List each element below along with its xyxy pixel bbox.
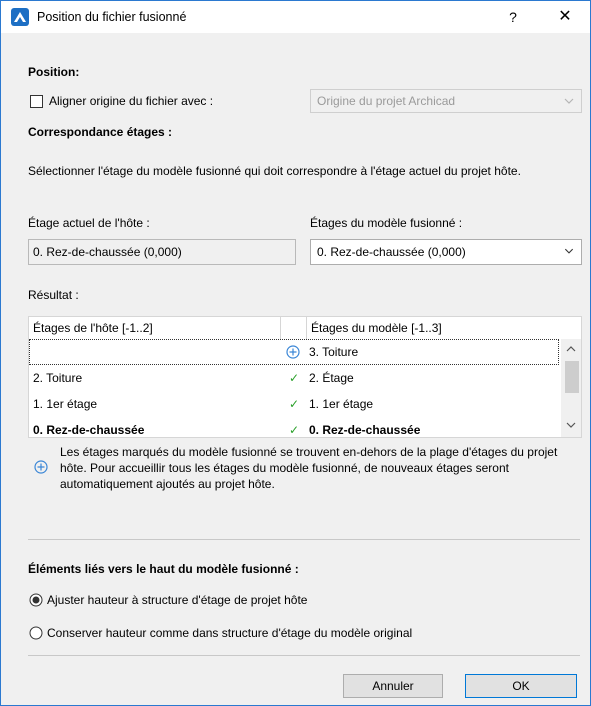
archicad-app-icon xyxy=(11,8,29,26)
window-title: Position du fichier fusionné xyxy=(37,10,187,24)
check-icon: ✓ xyxy=(289,397,300,411)
host-story-label: Étage actuel de l'hôte : xyxy=(28,216,150,230)
table-row[interactable]: 3. Toiture xyxy=(29,339,559,365)
origin-select[interactable]: Origine du projet Archicad xyxy=(310,89,582,113)
row-host-cell: 0. Rez-de-chaussée xyxy=(33,423,145,437)
merged-story-select[interactable]: 0. Rez-de-chaussée (0,000) xyxy=(310,239,582,265)
chevron-down-icon xyxy=(564,98,574,104)
row-model-cell: 2. Étage xyxy=(309,371,354,385)
chevron-up-icon[interactable] xyxy=(565,343,577,355)
column-header-model[interactable]: Étages du modèle [-1..3] xyxy=(307,317,561,339)
row-host-cell: 1. 1er étage xyxy=(33,397,98,411)
chevron-down-icon[interactable] xyxy=(565,419,577,431)
separator xyxy=(28,539,580,540)
row-host-cell xyxy=(31,339,33,365)
stories-description: Sélectionner l'étage du modèle fusionné … xyxy=(28,164,521,178)
scrollbar-thumb[interactable] xyxy=(565,361,579,393)
radio-adjust-height[interactable] xyxy=(29,593,43,607)
align-origin-label: Aligner origine du fichier avec : xyxy=(49,94,214,108)
column-header-host[interactable]: Étages de l'hôte [-1..2] xyxy=(29,317,281,339)
plus-circle-icon xyxy=(286,345,300,359)
result-heading: Résultat : xyxy=(28,288,79,302)
check-icon: ✓ xyxy=(289,423,300,437)
help-button[interactable]: ? xyxy=(501,7,525,27)
close-button[interactable]: ✕ xyxy=(553,7,577,27)
cancel-button[interactable]: Annuler xyxy=(343,674,443,698)
check-icon: ✓ xyxy=(289,371,300,385)
plus-circle-icon xyxy=(34,460,48,474)
ok-button[interactable]: OK xyxy=(465,674,577,698)
origin-select-value: Origine du projet Archicad xyxy=(317,94,456,108)
chevron-down-icon xyxy=(564,248,574,254)
merged-story-value: 0. Rez-de-chaussée (0,000) xyxy=(317,245,466,259)
stories-heading: Correspondance étages : xyxy=(28,125,173,139)
table-row[interactable]: 1. 1er étage ✓ 1. 1er étage xyxy=(29,391,559,417)
row-model-cell: 1. 1er étage xyxy=(309,397,374,411)
host-story-value: 0. Rez-de-chaussée (0,000) xyxy=(28,239,296,265)
radio-keep-height[interactable] xyxy=(29,626,43,640)
table-row[interactable]: 2. Toiture ✓ 2. Étage xyxy=(29,365,559,391)
radio-keep-height-label: Conserver hauteur comme dans structure d… xyxy=(47,626,413,640)
table-scrollbar[interactable] xyxy=(561,339,581,437)
table-row[interactable]: 0. Rez-de-chaussée ✓ 0. Rez-de-chaussée xyxy=(29,417,559,437)
align-origin-checkbox[interactable] xyxy=(30,95,43,108)
separator xyxy=(28,655,580,656)
note-text: Les étages marqués du modèle fusionné se… xyxy=(60,445,558,491)
linked-heading: Éléments liés vers le haut du modèle fus… xyxy=(28,562,299,576)
position-heading: Position: xyxy=(28,65,80,79)
radio-adjust-height-label: Ajuster hauteur à structure d'étage de p… xyxy=(47,593,308,607)
title-bar: Position du fichier fusionné ? ✕ xyxy=(1,1,590,33)
row-host-cell: 2. Toiture xyxy=(33,371,83,385)
merge-position-dialog: Position du fichier fusionné ? ✕ Positio… xyxy=(0,0,591,706)
row-model-cell: 0. Rez-de-chaussée xyxy=(309,423,421,437)
row-model-cell: 3. Toiture xyxy=(309,345,359,359)
result-table[interactable]: Étages de l'hôte [-1..2] Étages du modèl… xyxy=(28,316,582,438)
column-header-status xyxy=(281,317,307,339)
merged-story-label: Étages du modèle fusionné : xyxy=(310,216,463,230)
